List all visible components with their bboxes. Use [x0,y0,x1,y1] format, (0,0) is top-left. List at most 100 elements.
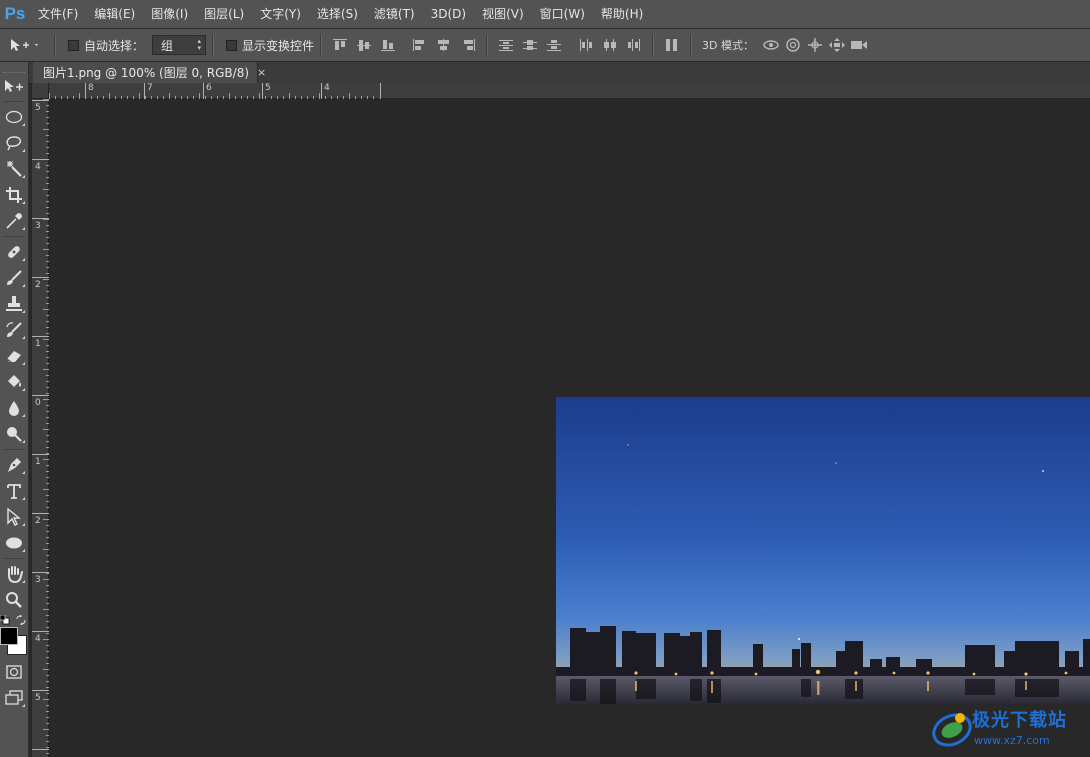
clone-stamp-tool[interactable] [0,291,28,317]
menu-help[interactable]: 帮助(H) [593,0,651,28]
blur-tool[interactable] [0,395,28,421]
divider [54,34,56,56]
tool-group-indicator [22,704,25,707]
updown-arrow-icon: ▴ ▾ [197,37,202,52]
3d-drag-button[interactable] [804,34,826,56]
align-vcenter-button[interactable] [352,34,376,56]
auto-select-checkbox[interactable] [68,39,79,51]
distribute-right-button[interactable] [622,34,646,56]
menu-filter[interactable]: 滤镜(T) [366,0,423,28]
eyedropper-icon [6,213,22,229]
auto-select-value: 组 [161,38,174,53]
watermark-url: www.xz7.com [974,734,1050,747]
move-tool[interactable] [0,73,28,99]
menu-3d[interactable]: 3D(D) [423,0,474,28]
menu-window[interactable]: 窗口(W) [532,0,593,28]
align-hcenter-button[interactable] [432,34,456,56]
zoom-tool[interactable] [0,587,28,613]
document-tab-bar: 图片1.png @ 100% (图层 0, RGB/8) × [29,62,1090,84]
3d-rotate-button[interactable] [760,34,782,56]
distribute-top-icon [499,39,514,51]
lasso-tool[interactable] [0,130,28,156]
3d-slide-button[interactable] [826,34,848,56]
brush-tool[interactable] [0,265,28,291]
distribute-left-icon [579,39,593,51]
tool-group-indicator [22,123,25,126]
tool-group-indicator [22,523,25,526]
magic-wand-tool[interactable] [0,156,28,182]
3d-roll-button[interactable] [782,34,804,56]
ruler-v-label: 2 [35,516,41,526]
distribute-hcenter-button[interactable] [598,34,622,56]
pen-tool[interactable] [0,452,28,478]
ruler-origin[interactable] [32,83,49,99]
type-t-icon [7,484,21,499]
ruler-h-label: 8 [88,83,94,93]
ruler-h-label: 7 [147,83,153,93]
path-selection-tool[interactable] [0,504,28,530]
hand-tool[interactable] [0,561,28,587]
horizontal-ruler[interactable]: 8 7 6 5 4 [49,83,1090,99]
paint-bucket-tool[interactable] [0,369,28,395]
vertical-ruler[interactable]: 5 4 3 2 1 0 1 2 3 4 5 [32,99,49,757]
align-right-button[interactable] [456,34,480,56]
options-bar: 自动选择： 组 ▴ ▾ 显示变换控件 3D 模式： [0,29,1090,62]
video-camera-icon [851,41,867,49]
marquee-tool[interactable] [0,104,28,130]
divider [4,449,24,450]
auto-align-layers-button[interactable] [660,34,684,56]
align-left-icon [413,39,427,51]
eraser-tool[interactable] [0,343,28,369]
distribute-right-icon [627,39,641,51]
type-tool[interactable] [0,478,28,504]
menu-image[interactable]: 图像(I) [143,0,196,28]
3d-mode-label: 3D 模式： [702,39,754,52]
menu-type[interactable]: 文字(Y) [252,0,309,28]
menu-file[interactable]: 文件(F) [30,0,86,28]
document-tab[interactable]: 图片1.png @ 100% (图层 0, RGB/8) × [33,62,266,83]
swap-colors-icon[interactable] [16,615,26,625]
healing-brush-tool[interactable] [0,239,28,265]
ruler-v-label: 3 [35,221,41,231]
distribute-left-button[interactable] [574,34,598,56]
canvas-workspace[interactable] [49,99,1090,757]
history-brush-tool[interactable] [0,317,28,343]
menu-edit[interactable]: 编辑(E) [86,0,143,28]
screen-mode-button[interactable] [0,685,28,711]
tool-preset-picker[interactable] [0,38,48,52]
divider [690,34,693,56]
menu-view[interactable]: 视图(V) [474,0,532,28]
show-transform-checkbox[interactable] [226,39,238,51]
quick-mask-button[interactable] [0,659,28,685]
align-top-button[interactable] [328,34,352,56]
ellipse-tool[interactable] [0,530,28,556]
menu-select[interactable]: 选择(S) [309,0,366,28]
3d-roll-icon [786,38,800,52]
crop-tool[interactable] [0,182,28,208]
panel-grip[interactable] [3,64,25,73]
distribute-bottom-button[interactable] [542,34,566,56]
paint-bucket-icon [8,375,21,387]
menu-layer[interactable]: 图层(L) [196,0,252,28]
magnifier-icon [6,592,22,608]
3d-camera-button[interactable] [848,34,870,56]
align-bottom-button[interactable] [376,34,400,56]
tool-group-indicator [22,336,25,339]
foreground-color-swatch[interactable] [0,627,18,645]
move-tool-icon [5,80,23,92]
tool-group-indicator [22,258,25,261]
default-colors-icon[interactable] [0,615,10,625]
align-left-button[interactable] [408,34,432,56]
distribute-vcenter-button[interactable] [518,34,542,56]
dodge-tool[interactable] [0,421,28,447]
ruler-v-label: 4 [35,162,41,172]
eyedropper-tool[interactable] [0,208,28,234]
distribute-top-button[interactable] [494,34,518,56]
align-bottom-icon [381,39,396,51]
city-night-photo[interactable] [556,397,1090,704]
tool-group-indicator [22,497,25,500]
auto-select-dropdown[interactable]: 组 ▴ ▾ [152,35,207,55]
move-tool-icon [11,39,38,51]
close-icon[interactable]: × [257,66,266,79]
distribute-bottom-icon [547,39,562,51]
